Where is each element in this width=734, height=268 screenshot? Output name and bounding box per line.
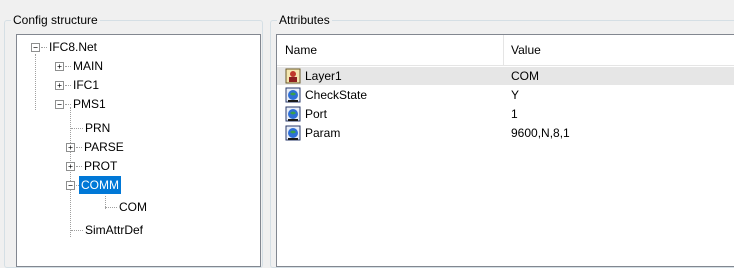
expand-icon[interactable]: + (55, 62, 64, 71)
list-header: Name Value (277, 35, 734, 66)
collapse-icon[interactable]: − (66, 181, 75, 190)
tree-label: IFC8.Net (49, 40, 98, 54)
attributes-list[interactable]: Name Value Layer1 COM CheckState Y Port (276, 34, 734, 267)
tree-node-pms1[interactable]: − PMS1 (17, 95, 257, 113)
tree-node-parse[interactable]: + PARSE (17, 138, 257, 156)
expand-icon[interactable]: + (66, 143, 75, 152)
tree-node-comm[interactable]: − COMM (17, 175, 257, 195)
attribute-name: CheckState (305, 88, 368, 102)
attribute-name: Param (305, 126, 341, 140)
attribute-value: Y (511, 88, 520, 102)
attribute-value: 9600,N,8,1 (511, 126, 570, 140)
column-header-value[interactable]: Value (511, 35, 541, 65)
tree-label: PARSE (84, 140, 124, 154)
attribute-value: COM (511, 69, 539, 83)
tree-label: PRN (85, 121, 111, 135)
tree-label: MAIN (73, 59, 103, 73)
config-tree[interactable]: − IFC8.Net + MAIN + IFC1 − PMS1 PRN + PA… (16, 34, 261, 267)
attribute-row-param[interactable]: Param 9600,N,8,1 (277, 124, 734, 142)
tree-connector (105, 207, 117, 208)
column-header-name[interactable]: Name (285, 35, 317, 65)
attribute-name: Port (305, 107, 328, 121)
column-divider[interactable] (503, 35, 504, 65)
tree-node-simattrdef[interactable]: SimAttrDef (17, 221, 257, 239)
tree-node-prot[interactable]: + PROT (17, 157, 257, 175)
globe-icon (285, 87, 301, 103)
globe-icon (285, 106, 301, 122)
attribute-row-layer1[interactable]: Layer1 COM (277, 67, 734, 85)
attribute-row-checkstate[interactable]: CheckState Y (277, 86, 734, 104)
tree-label: PMS1 (73, 97, 106, 111)
tree-label: PROT (84, 159, 118, 173)
tree-label: IFC1 (73, 78, 100, 92)
tree-connector (71, 128, 83, 129)
tree-node-com[interactable]: COM (17, 198, 257, 216)
config-structure-title: Config structure (11, 13, 100, 27)
tree-connector (71, 230, 83, 231)
tree-label-selected: COMM (78, 175, 122, 195)
tree-node-ifc1[interactable]: + IFC1 (17, 76, 257, 94)
expand-icon[interactable]: + (55, 81, 64, 90)
tree-node-main[interactable]: + MAIN (17, 57, 257, 75)
tree-label: SimAttrDef (85, 223, 144, 237)
expand-icon[interactable]: + (66, 162, 75, 171)
user-icon (285, 68, 301, 84)
collapse-icon[interactable]: − (31, 43, 40, 52)
tree-node-root[interactable]: − IFC8.Net (17, 38, 257, 56)
attribute-value: 1 (511, 107, 518, 121)
attributes-title: Attributes (277, 13, 332, 27)
tree-node-prn[interactable]: PRN (17, 119, 257, 137)
collapse-icon[interactable]: − (55, 100, 64, 109)
tree-label: COM (119, 200, 147, 214)
attribute-name: Layer1 (305, 69, 342, 83)
globe-icon (285, 125, 301, 141)
attribute-row-port[interactable]: Port 1 (277, 105, 734, 123)
